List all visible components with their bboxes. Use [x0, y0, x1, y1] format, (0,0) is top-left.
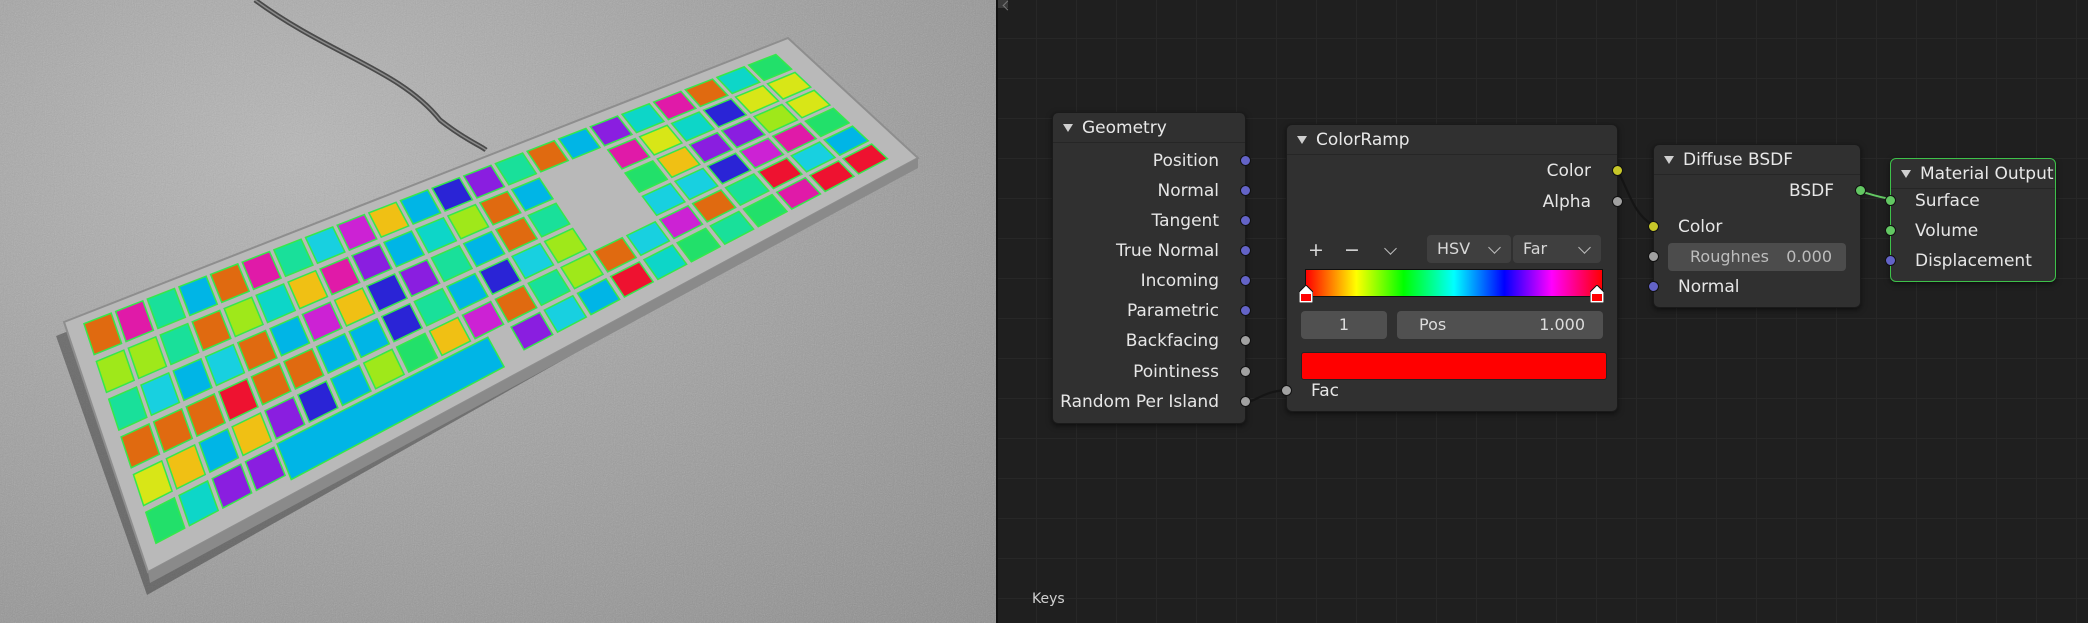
stop-color-swatch[interactable]	[1301, 352, 1607, 380]
colorramp-node-title: ColorRamp	[1316, 129, 1410, 150]
pos-label: Pos	[1419, 315, 1447, 334]
geometry-output-incoming: Incoming	[1140, 271, 1219, 291]
geometry-output-position: Position	[1152, 151, 1219, 171]
stop-position-field[interactable]: Pos 1.000	[1397, 311, 1603, 339]
diffuse-node-title: Diffuse BSDF	[1683, 149, 1794, 170]
stop-index-field[interactable]: 1	[1301, 311, 1387, 339]
socket-bsdf-out[interactable]	[1855, 185, 1866, 196]
socket-surface-in[interactable]	[1885, 195, 1896, 206]
socket-position[interactable]	[1240, 155, 1251, 166]
socket-fac-in[interactable]	[1281, 385, 1292, 396]
material-output-surface: Surface	[1915, 191, 1980, 211]
geometry-output-random-per-island: Random Per Island	[1060, 392, 1219, 412]
ramp-menu-button[interactable]	[1375, 237, 1405, 263]
collapse-triangle-icon[interactable]	[1063, 124, 1073, 132]
collapse-triangle-icon[interactable]	[1297, 136, 1307, 144]
material-output-header[interactable]: Material Output	[1891, 159, 2055, 189]
socket-color-out[interactable]	[1612, 165, 1623, 176]
socket-normal[interactable]	[1240, 185, 1251, 196]
socket-tangent[interactable]	[1240, 215, 1251, 226]
diffuse-node-header[interactable]: Diffuse BSDF	[1654, 145, 1860, 175]
roughness-value: 0.000	[1786, 247, 1832, 266]
color-mode-value: HSV	[1437, 239, 1471, 258]
socket-color-in[interactable]	[1648, 221, 1659, 232]
diffuse-input-normal: Normal	[1678, 277, 1740, 297]
shader-node-editor[interactable]: Geometry Position Normal Tangent True No…	[998, 0, 2088, 623]
geometry-output-tangent: Tangent	[1151, 211, 1219, 231]
socket-volume-in[interactable]	[1885, 225, 1896, 236]
blender-window: Geometry Position Normal Tangent True No…	[0, 0, 2088, 623]
frame-label-keys: Keys	[1032, 591, 1065, 607]
link-color-to-color	[1617, 170, 1654, 226]
ramp-stop-1-active[interactable]	[1590, 285, 1604, 303]
socket-random-per-island[interactable]	[1240, 396, 1251, 407]
pos-value: 1.000	[1539, 315, 1585, 334]
geometry-node[interactable]: Geometry Position Normal Tangent True No…	[1052, 112, 1251, 424]
keyboard-render	[0, 0, 996, 623]
socket-true-normal[interactable]	[1240, 245, 1251, 256]
geometry-output-true-normal: True Normal	[1115, 241, 1219, 261]
3d-viewport[interactable]	[0, 0, 996, 623]
diffuse-output-bsdf: BSDF	[1788, 181, 1834, 201]
colorramp-node-header[interactable]: ColorRamp	[1287, 125, 1617, 155]
material-output-title: Material Output	[1920, 163, 2054, 184]
socket-roughness-in[interactable]	[1648, 251, 1659, 262]
material-output-node[interactable]: Material Output Surface Volume Displacem…	[1885, 158, 2056, 282]
diffuse-input-color: Color	[1678, 217, 1723, 237]
colorramp-output-alpha: Alpha	[1542, 192, 1591, 212]
socket-backfacing[interactable]	[1240, 335, 1251, 346]
socket-incoming[interactable]	[1240, 275, 1251, 286]
geometry-node-header[interactable]: Geometry	[1053, 113, 1245, 143]
interpolation-value: Far	[1523, 239, 1548, 258]
socket-parametric[interactable]	[1240, 305, 1251, 316]
color-mode-dropdown[interactable]: HSV	[1427, 235, 1511, 263]
add-stop-button[interactable]: +	[1301, 237, 1331, 263]
chevron-down-icon	[1384, 242, 1397, 255]
link-random-to-fac	[1244, 388, 1286, 405]
chevron-down-icon	[1488, 241, 1501, 254]
geometry-output-backfacing: Backfacing	[1125, 331, 1219, 351]
colorramp-node[interactable]: ColorRamp Color Alpha + − HSV Far 1 Pos …	[1281, 124, 1623, 412]
socket-alpha-out[interactable]	[1612, 196, 1623, 207]
material-output-volume: Volume	[1915, 221, 1979, 241]
geometry-output-normal: Normal	[1157, 181, 1219, 201]
color-ramp-bar[interactable]	[1305, 269, 1603, 297]
socket-pointiness[interactable]	[1240, 366, 1251, 377]
geometry-node-title: Geometry	[1082, 117, 1167, 138]
geometry-output-pointiness: Pointiness	[1133, 362, 1219, 382]
remove-stop-button[interactable]: −	[1337, 237, 1367, 263]
material-output-displacement: Displacement	[1915, 251, 2032, 271]
colorramp-output-color: Color	[1546, 161, 1591, 181]
socket-displacement-in[interactable]	[1885, 255, 1896, 266]
diffuse-bsdf-node[interactable]: Diffuse BSDF BSDF Color Roughnes 0.000 N…	[1648, 144, 1866, 308]
geometry-output-parametric: Parametric	[1126, 301, 1219, 321]
chevron-down-icon	[1578, 241, 1591, 254]
roughness-label: Roughnes	[1690, 247, 1769, 266]
interpolation-dropdown[interactable]: Far	[1513, 235, 1601, 263]
socket-normal-in[interactable]	[1648, 281, 1659, 292]
collapse-triangle-icon[interactable]	[1901, 170, 1911, 178]
ramp-stop-0[interactable]	[1299, 285, 1313, 303]
collapse-triangle-icon[interactable]	[1664, 156, 1674, 164]
colorramp-input-fac: Fac	[1311, 381, 1339, 401]
roughness-field[interactable]: Roughnes 0.000	[1668, 243, 1846, 271]
